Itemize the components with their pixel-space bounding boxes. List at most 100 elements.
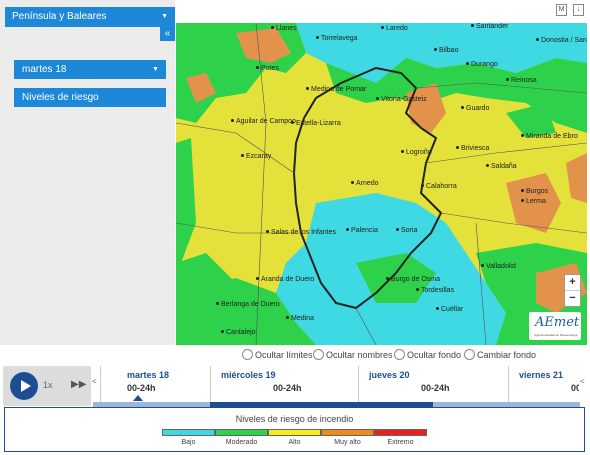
city-dot-icon <box>271 26 274 29</box>
option-change-background[interactable]: Cambiar fondo <box>464 349 536 360</box>
city-name: Bilbao <box>439 47 459 54</box>
city-name: Torrelavega <box>321 35 358 42</box>
city-name: Logroño <box>406 149 432 156</box>
city-name: Cuéllar <box>441 306 464 313</box>
timeline-day-label: jueves 20 <box>369 370 410 380</box>
city-dot-icon <box>316 36 319 39</box>
timeline-day-label: viernes 21 <box>519 370 564 380</box>
city-name: Palencia <box>351 227 378 234</box>
region-select[interactable]: Península y Baleares ▼ <box>5 7 175 27</box>
download-icon[interactable]: ↓ <box>573 4 584 16</box>
city-name: Laredo <box>386 25 408 32</box>
layer-button[interactable]: Niveles de riesgo <box>14 88 166 107</box>
city-name: Vitoria-Gasteiz <box>381 96 427 103</box>
timeline-day-label: miércoles 19 <box>221 370 276 380</box>
timeline-day[interactable]: jueves 20 00-24h <box>358 366 509 402</box>
city-name: Llanes <box>276 25 297 32</box>
city-name: Estella-Lizarra <box>296 120 341 127</box>
legend: Niveles de riesgo de incendio Bajo Modera… <box>4 407 585 452</box>
checkbox-icon <box>313 349 324 360</box>
city-name: Briviesca <box>461 145 490 152</box>
city-name: Miranda de Ebro <box>526 133 578 140</box>
city-dot-icon <box>461 106 464 109</box>
city-name: Guardo <box>466 105 490 112</box>
city-dot-icon <box>436 307 439 310</box>
region-select-label: Península y Baleares <box>12 11 107 22</box>
city-label: Santander <box>471 23 508 31</box>
city-name: Medina de Pomar <box>311 86 367 93</box>
city-label: Palencia <box>346 227 378 235</box>
city-label: Bilbao <box>434 47 458 55</box>
city-label: Soria <box>396 227 417 235</box>
timeline-day[interactable]: martes 18 00-24h <box>100 366 211 402</box>
day-select[interactable]: martes 18 ▼ <box>14 60 166 79</box>
city-label: Llanes <box>271 25 297 33</box>
zoom-in-button[interactable]: + <box>565 275 580 291</box>
city-dot-icon <box>536 38 539 41</box>
city-name: Burgos <box>526 188 549 195</box>
city-name: Aranda de Duero <box>261 276 315 283</box>
play-button[interactable] <box>10 372 38 400</box>
city-name: Donostia / San Sebastián <box>541 37 587 44</box>
timeline-next-button[interactable]: < <box>580 377 585 386</box>
legend-title: Niveles de riesgo de incendio <box>235 414 354 424</box>
city-name: Durango <box>471 61 498 68</box>
timeline-day[interactable]: miércoles 19 00-24h <box>210 366 359 402</box>
legend-label: Bajo <box>181 439 196 446</box>
checkbox-icon <box>394 349 405 360</box>
city-dot-icon <box>521 134 524 137</box>
map-icon[interactable]: M <box>556 4 567 16</box>
legend-label: Extremo <box>387 439 414 446</box>
checkbox-icon <box>464 349 475 360</box>
city-label: Salas de los Infantes <box>266 229 336 237</box>
city-label: Potes <box>256 65 279 73</box>
zoom-control: + − <box>564 274 581 307</box>
city-label: Donostia / San Sebastián <box>536 37 587 45</box>
city-name: Santander <box>476 23 509 30</box>
city-label: Burgos <box>521 188 548 196</box>
speed-button[interactable]: 1x <box>43 380 53 390</box>
city-dot-icon <box>221 330 224 333</box>
city-label: Calahorra <box>421 183 457 191</box>
risk-map[interactable]: Llanes Laredo Torrelavega Santander Donostia… <box>176 23 587 345</box>
collapse-sidebar-button[interactable]: « <box>160 27 175 41</box>
city-label: Burgo de Osma <box>386 276 440 284</box>
city-label: Guardo <box>461 105 489 113</box>
city-name: Tordesillas <box>421 287 455 294</box>
timeline-hours-label: 00-24h <box>421 383 450 393</box>
option-hide-limits[interactable]: Ocultar límites <box>242 349 313 360</box>
option-hide-names[interactable]: Ocultar nombres <box>313 349 393 360</box>
option-hide-background[interactable]: Ocultar fondo <box>394 349 461 360</box>
city-name: Salas de los Infantes <box>271 229 336 236</box>
city-label: Aranda de Duero <box>256 276 314 284</box>
day-select-label: martes 18 <box>22 64 67 75</box>
legend-swatch <box>321 429 374 436</box>
timeline-marker-icon[interactable] <box>133 395 143 401</box>
city-name: Ezcaray <box>246 153 272 160</box>
city-label: Tordesillas <box>416 287 454 295</box>
city-name: Reinosa <box>511 77 537 84</box>
city-dot-icon <box>481 264 484 267</box>
city-name: Lerma <box>526 198 546 205</box>
animation-player: 1x ▶▶ <box>3 366 91 406</box>
city-name: Cantalejo <box>226 329 256 336</box>
city-dot-icon <box>401 150 404 153</box>
city-label: Laredo <box>381 25 408 33</box>
city-dot-icon <box>506 78 509 81</box>
timeline-day[interactable]: viernes 21 00-24h <box>508 366 579 402</box>
city-label: Miranda de Ebro <box>521 133 578 141</box>
city-dot-icon <box>521 199 524 202</box>
zoom-out-button[interactable]: − <box>565 291 580 306</box>
city-label: Cantalejo <box>221 329 256 337</box>
city-name: Soria <box>401 227 418 234</box>
city-name: Saldaña <box>491 163 517 170</box>
legend-swatch <box>268 429 321 436</box>
city-dot-icon <box>291 121 294 124</box>
fast-forward-icon[interactable]: ▶▶ <box>71 379 86 390</box>
aemet-logo-text: AEmet <box>535 315 580 330</box>
city-name: Valladolid <box>486 263 516 270</box>
city-dot-icon <box>486 164 489 167</box>
legend-swatch <box>162 429 215 436</box>
city-dot-icon <box>266 230 269 233</box>
timeline-prev-button[interactable]: < <box>92 377 97 386</box>
